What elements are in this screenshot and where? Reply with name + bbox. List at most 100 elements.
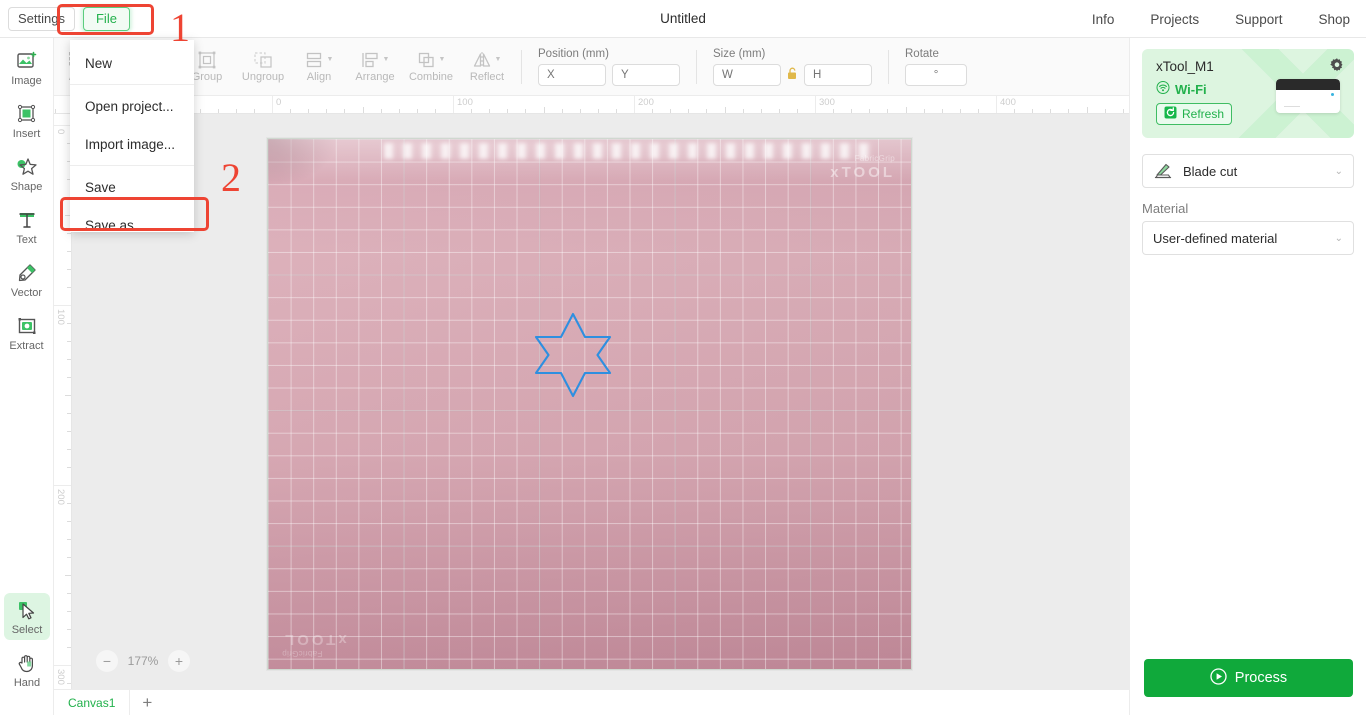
- process-button-label: Process: [1234, 670, 1288, 686]
- ruler-tick-h: [670, 109, 672, 113]
- rail-label-text: Text: [16, 234, 37, 246]
- toolbar-ungroup-button[interactable]: Ungroup: [235, 41, 291, 93]
- menu-divider-2: [70, 165, 194, 166]
- nav-shop[interactable]: Shop: [1318, 12, 1350, 27]
- nav-projects[interactable]: Projects: [1150, 12, 1199, 27]
- tab-canvas1[interactable]: Canvas1: [54, 689, 131, 715]
- ruler-tick-h: [688, 109, 690, 113]
- toolbar-combine-button[interactable]: ▼ Combine: [403, 41, 459, 93]
- rail-item-shape[interactable]: Shape: [4, 150, 50, 197]
- ruler-tick-v: [67, 287, 71, 288]
- zoom-out-button[interactable]: −: [96, 650, 118, 672]
- ruler-tick-h: [996, 96, 997, 113]
- ruler-tick-h: [453, 96, 454, 113]
- ruler-tick-h: [905, 107, 907, 113]
- rail-item-image[interactable]: Image: [4, 44, 50, 91]
- file-menu-button[interactable]: File: [82, 6, 130, 31]
- rail-label-select: Select: [11, 624, 43, 636]
- menu-item-save[interactable]: Save: [70, 168, 194, 206]
- mat-watermark-model-2: FabricGrip: [282, 649, 323, 658]
- settings-button[interactable]: Settings: [8, 6, 75, 31]
- rail-item-insert[interactable]: Insert: [4, 97, 50, 144]
- ruler-tick-h: [977, 109, 979, 113]
- menu-item-open-project[interactable]: Open project...: [70, 87, 194, 125]
- rail-item-hand[interactable]: Hand: [4, 646, 50, 693]
- toolbar-reflect-button[interactable]: ▼ Reflect: [459, 41, 515, 93]
- ruler-tick-v: [67, 539, 71, 540]
- ruler-tick-v: [54, 485, 71, 486]
- zoom-in-button[interactable]: +: [168, 650, 190, 672]
- cutting-mat[interactable]: FabricGrip xTOOL FabricGrip xTOOL: [267, 138, 912, 670]
- ruler-tick-h: [923, 109, 925, 113]
- ruler-tick-h: [1032, 109, 1034, 113]
- horizontal-ruler: 0 100 200 300 400: [54, 96, 1129, 114]
- ruler-label-h: 200: [638, 97, 654, 108]
- ruler-tick-v: [67, 611, 71, 612]
- ruler-tick-h: [235, 109, 237, 113]
- ruler-tick-h: [851, 109, 853, 113]
- process-button[interactable]: Process: [1144, 659, 1353, 697]
- toolbar-arrange-button[interactable]: ▼ Arrange: [347, 41, 403, 93]
- ruler-tick-v: [54, 665, 71, 666]
- arrange-icon: ▼: [361, 51, 389, 69]
- align-icon: ▼: [305, 51, 333, 69]
- ruler-tick-h: [579, 109, 581, 113]
- ruler-tick-h: [561, 109, 563, 113]
- canvas-shape-six-point-star[interactable]: [533, 311, 613, 404]
- chevron-down-icon: ⌄: [1334, 165, 1343, 177]
- ruler-tick-h: [869, 109, 871, 113]
- ruler-label-h: 400: [1000, 97, 1016, 108]
- material-select[interactable]: User-defined material ⌄: [1142, 221, 1354, 255]
- position-y-input[interactable]: [612, 63, 680, 86]
- position-x-input[interactable]: [538, 63, 606, 86]
- add-canvas-button[interactable]: +: [130, 690, 164, 715]
- ruler-tick-h: [272, 96, 273, 113]
- file-dropdown-menu: New Open project... Import image... Save…: [70, 40, 194, 233]
- ruler-tick-v: [67, 647, 71, 648]
- ruler-tick-h: [543, 107, 545, 113]
- ruler-tick-v: [54, 125, 71, 126]
- chevron-down-icon-material: ⌄: [1334, 232, 1343, 244]
- processing-mode-select[interactable]: Blade cut ⌄: [1142, 154, 1354, 188]
- annotation-step-1: 1: [170, 5, 190, 50]
- ruler-tick-v: [65, 395, 71, 396]
- ruler-tick-v: [67, 557, 71, 558]
- ruler-tick-v: [67, 377, 71, 378]
- menu-item-import-image[interactable]: Import image...: [70, 125, 194, 163]
- ruler-tick-v: [67, 629, 71, 630]
- size-caption: Size (mm): [713, 47, 766, 60]
- nav-support[interactable]: Support: [1235, 12, 1282, 27]
- size-w-input[interactable]: [713, 63, 781, 86]
- size-field-group: Size (mm): [703, 38, 882, 96]
- rail-item-select[interactable]: Select: [4, 593, 50, 640]
- size-h-input[interactable]: [804, 63, 872, 86]
- rail-item-extract[interactable]: Extract: [4, 309, 50, 356]
- right-panel: xTool_M1 Wi-Fi Refresh Blade cut ⌄ Mater…: [1129, 38, 1366, 715]
- canvas-tabs-bar: Canvas1 +: [54, 689, 1129, 715]
- device-connection-status: Wi-Fi: [1156, 81, 1207, 97]
- device-refresh-button[interactable]: Refresh: [1156, 103, 1233, 125]
- nav-info[interactable]: Info: [1092, 12, 1115, 27]
- rail-item-vector[interactable]: Vector: [4, 256, 50, 303]
- ruler-tick-h: [416, 109, 418, 113]
- toolbar-label-group: Group: [191, 70, 223, 83]
- ruler-tick-h: [199, 109, 201, 113]
- ruler-tick-v: [67, 251, 71, 252]
- ruler-tick-h: [380, 109, 382, 113]
- rotate-input[interactable]: [905, 63, 967, 86]
- position-caption: Position (mm): [538, 47, 609, 60]
- menu-divider-1: [70, 84, 194, 85]
- gear-icon[interactable]: [1329, 57, 1345, 78]
- hand-pan-icon: [16, 652, 38, 674]
- unlocked-padlock-icon[interactable]: [787, 67, 798, 83]
- ruler-tick-h: [290, 109, 292, 113]
- canvas-area[interactable]: FabricGrip xTOOL FabricGrip xTOOL − 177%…: [72, 114, 1129, 689]
- menu-item-save-as[interactable]: Save as...: [70, 206, 194, 244]
- ruler-tick-v: [67, 413, 71, 414]
- material-label: Material: [1142, 201, 1189, 216]
- toolbar-align-button[interactable]: ▼ Align: [291, 41, 347, 93]
- ruler-tick-v: [67, 431, 71, 432]
- rail-item-text[interactable]: Text: [4, 203, 50, 250]
- toolbar-label-align: Align: [306, 70, 332, 83]
- ruler-label-h: 0: [276, 97, 282, 108]
